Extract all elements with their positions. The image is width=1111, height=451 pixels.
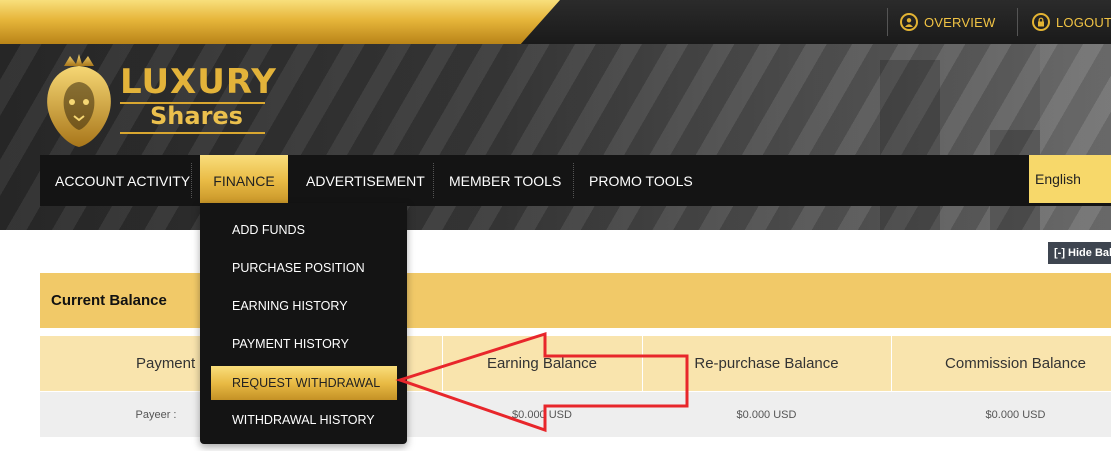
column-header: Commission Balance bbox=[945, 355, 1086, 372]
menu-item-add-funds[interactable]: ADD FUNDS bbox=[211, 215, 397, 245]
nav-item-promo-tools[interactable]: PROMO TOOLS bbox=[589, 155, 693, 206]
divider bbox=[887, 8, 888, 36]
main-nav: ACCOUNT ACTIVITY FINANCE ADVERTISEMENT M… bbox=[40, 155, 1111, 206]
site-logo[interactable]: LUXURY Shares bbox=[40, 52, 277, 152]
nav-item-label: ADVERTISEMENT bbox=[306, 172, 425, 189]
hide-balance-button[interactable]: [-] Hide Bal bbox=[1048, 242, 1111, 264]
overview-label: OVERVIEW bbox=[924, 14, 996, 30]
nav-item-account-activity[interactable]: ACCOUNT ACTIVITY bbox=[40, 155, 205, 206]
divider bbox=[191, 163, 192, 198]
nav-item-member-tools[interactable]: MEMBER TOOLS bbox=[449, 155, 561, 206]
logo-word-luxury: LUXURY bbox=[120, 62, 277, 102]
commission-balance-value: $0.000 USD bbox=[985, 408, 1046, 421]
menu-item-earning-history[interactable]: EARNING HISTORY bbox=[211, 291, 397, 321]
nav-item-label: PROMO TOOLS bbox=[589, 172, 693, 189]
divider bbox=[433, 163, 434, 198]
nav-item-label: ACCOUNT ACTIVITY bbox=[55, 172, 191, 189]
menu-item-purchase-position[interactable]: PURCHASE POSITION bbox=[211, 253, 397, 283]
logo-rule bbox=[120, 132, 265, 134]
nav-item-advertisement[interactable]: ADVERTISEMENT bbox=[306, 155, 425, 206]
menu-item-withdrawal-history[interactable]: WITHDRAWAL HISTORY bbox=[211, 405, 397, 435]
menu-item-request-withdrawal[interactable]: REQUEST WITHDRAWAL bbox=[211, 366, 397, 400]
divider bbox=[1017, 8, 1018, 36]
overview-button[interactable]: OVERVIEW bbox=[900, 6, 995, 38]
lock-circle-icon bbox=[1032, 13, 1050, 31]
user-circle-icon bbox=[900, 13, 918, 31]
column-header: Earning Balance bbox=[486, 355, 598, 372]
balance-title: Current Balance bbox=[51, 292, 167, 309]
lion-crest-icon bbox=[47, 54, 111, 147]
nav-item-finance[interactable]: FINANCE bbox=[200, 155, 288, 206]
earning-balance-value: $0.000 USD bbox=[512, 408, 572, 421]
column-header: Re-purchase Balance bbox=[694, 355, 839, 372]
nav-item-label: FINANCE bbox=[213, 172, 275, 189]
finance-dropdown-menu: ADD FUNDS PURCHASE POSITION EARNING HIST… bbox=[200, 203, 407, 444]
logout-button[interactable]: LOGOUT bbox=[1032, 6, 1111, 38]
language-select[interactable]: English bbox=[1029, 155, 1111, 203]
top-bar-gold-stripe bbox=[0, 0, 560, 44]
menu-item-payment-history[interactable]: PAYMENT HISTORY bbox=[211, 329, 397, 359]
divider bbox=[573, 163, 574, 198]
repurchase-balance-value: $0.000 USD bbox=[736, 408, 797, 421]
logo-word-shares: Shares bbox=[150, 102, 243, 130]
logout-label: LOGOUT bbox=[1056, 14, 1111, 30]
nav-item-label: MEMBER TOOLS bbox=[449, 172, 562, 189]
